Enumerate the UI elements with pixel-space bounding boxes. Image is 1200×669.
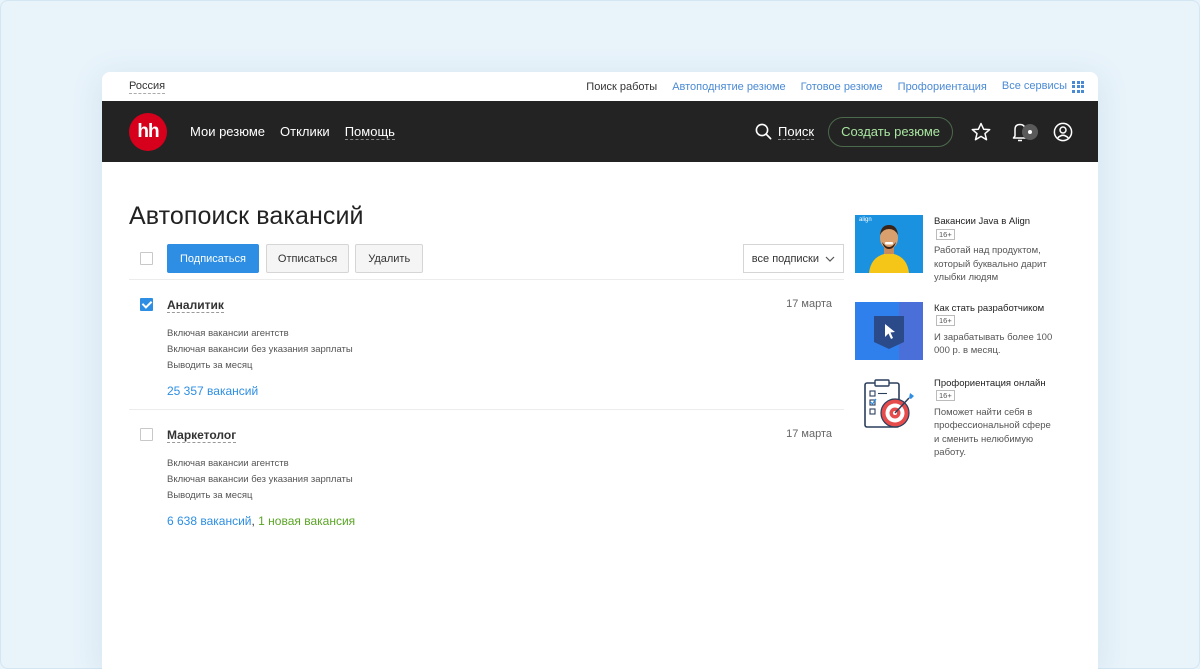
browser-window: Россия Поиск работы Автоподнятие резюме … [102,72,1098,669]
subscription-option: Выводить за месяц [167,360,253,371]
toplink-all-services[interactable]: Все сервисы [1001,80,1084,93]
filter-label: все подписки [751,252,819,265]
age-badge: 16+ [936,228,955,240]
target-clipboard-icon [864,378,914,428]
vacancy-count: 25 357 вакансий [167,384,844,398]
subscription-options: Включая вакансии агентств Включая ваканс… [167,456,844,504]
age-badge: 16+ [936,390,955,401]
main-nav: Мои резюме Отклики Помощь [190,124,395,140]
subscription-option: Включая вакансии агентств [167,328,289,339]
subscription-name[interactable]: Аналитик [167,298,224,313]
subscription-option: Включая вакансии агентств [167,458,289,469]
nav-help[interactable]: Помощь [344,124,395,140]
delete-button[interactable]: Удалить [355,244,424,273]
toolbar: Подписаться Отписаться Удалить все подпи… [129,244,844,273]
subscription-option: Включая вакансии без указания зарплаты [167,474,353,485]
ad-image-target [855,376,923,435]
ad-career-guidance[interactable]: Профориентация онлайн 16+ Поможет найти … [855,376,1055,460]
chevron-down-icon [825,256,835,262]
profile-button[interactable] [1053,122,1073,142]
top-links: Поиск работы Автоподнятие резюме Готовое… [586,80,1084,93]
user-icon [1053,122,1073,141]
subscription-option: Включая вакансии без указания зарплаты [167,344,353,355]
ad-text: Вакансии Java в Align 16+ Работай над пр… [934,215,1055,285]
subscription-checkbox[interactable] [140,298,153,311]
ad-java-align[interactable]: align Вакансии Java в Align 16+ Работай … [855,215,1055,285]
person-illustration [869,225,909,273]
ad-description: Работай над продуктом, который буквально… [934,245,1047,283]
toplink-career-guidance[interactable]: Профориентация [898,81,987,93]
ad-image-cursor [855,301,923,360]
top-bar: Россия Поиск работы Автоподнятие резюме … [102,72,1098,101]
subscription-option: Выводить за месяц [167,490,253,501]
nav-my-resumes[interactable]: Мои резюме [190,124,265,140]
age-badge: 16+ [936,315,955,326]
favorites-button[interactable] [971,122,991,142]
subscription-item: Аналитик 17 марта Включая вакансии агент… [129,280,844,409]
ad-text: Профориентация онлайн 16+ Поможет найти … [934,377,1055,460]
ad-title: Профориентация онлайн [934,377,1046,389]
notification-badge [1022,123,1038,140]
all-services-label: Все сервисы [1001,80,1067,93]
subscription-item: Маркетолог 17 марта Включая вакансии аге… [129,410,844,539]
page-title: Автопоиск вакансий [129,202,364,230]
subscription-options: Включая вакансии агентств Включая ваканс… [167,326,844,374]
subscription-name[interactable]: Маркетолог [167,428,237,443]
ad-text: Как стать разработчиком 16+ И зарабатыва… [934,302,1055,360]
vacancy-count: 6 638 вакансий, 1 новая вакансия [167,514,844,528]
grid-icon [1072,80,1084,93]
ad-become-developer[interactable]: Как стать разработчиком 16+ И зарабатыва… [855,301,1055,360]
ad-description: И зарабатывать более 100 000 р. в месяц. [934,331,1053,357]
toplink-ready-resume[interactable]: Готовое резюме [801,81,883,93]
header-actions: Поиск Создать резюме [755,116,1073,147]
hh-logo[interactable]: hh [129,112,167,151]
ad-description: Поможет найти себя в профессиональной сф… [934,406,1051,459]
main-header: hh Мои резюме Отклики Помощь Поиск Созда… [102,101,1098,162]
nav-responses[interactable]: Отклики [280,124,330,140]
new-vacancy-link[interactable]: 1 новая вакансия [258,514,355,528]
search-label: Поиск [778,123,815,140]
cursor-shield-icon [874,301,923,360]
unsubscribe-button[interactable]: Отписаться [265,244,350,273]
ad-image-person: align [855,215,923,273]
toplink-auto-raise[interactable]: Автоподнятие резюме [672,81,785,93]
toplink-job-search[interactable]: Поиск работы [586,81,657,93]
subscription-date: 17 марта [786,298,832,310]
vacancy-count-link[interactable]: 6 638 вакансий [167,514,252,528]
ad-title: Как стать разработчиком [934,302,1045,314]
subscription-date: 17 марта [786,428,832,440]
create-resume-button[interactable]: Создать резюме [828,116,953,147]
ad-title: Вакансии Java в Align [934,216,1031,227]
ads-column: align Вакансии Java в Align 16+ Работай … [855,215,1055,477]
vacancy-count-link[interactable]: 25 357 вакансий [167,384,258,398]
notifications-button[interactable] [1012,121,1038,143]
main-content: Автопоиск вакансий Подписаться Отписатьс… [129,202,844,539]
region-selector[interactable]: Россия [129,80,166,94]
subscription-filter-select[interactable]: все подписки [742,244,844,273]
subscription-checkbox[interactable] [140,428,153,441]
star-icon [971,122,991,140]
subscribe-button[interactable]: Подписаться [167,244,259,273]
search-icon [755,123,772,140]
select-all-checkbox[interactable] [140,252,153,265]
search-button[interactable]: Поиск [755,123,815,140]
